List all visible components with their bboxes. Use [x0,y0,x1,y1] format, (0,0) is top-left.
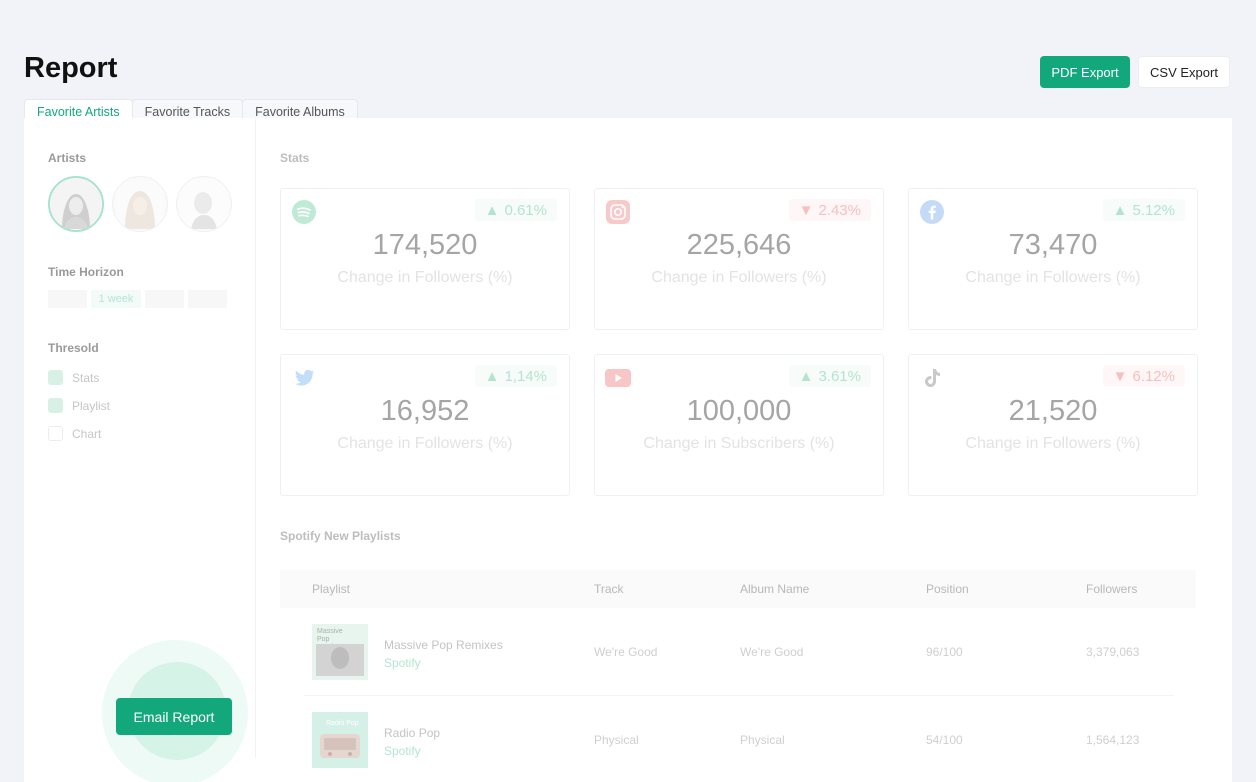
change-value: 2.43% [818,201,861,219]
change-value: 3.61% [818,367,861,385]
stat-caption: Change in Followers (%) [651,269,827,286]
stat-card-tiktok: ▼ 6.12% 21,520 Change in Followers (%) [908,354,1198,496]
stat-value: 21,520 [1008,395,1098,427]
artist-avatar-3[interactable] [176,176,232,232]
stat-caption: Change in Followers (%) [965,269,1141,286]
time-horizon-option[interactable] [145,290,184,308]
time-horizon-label: Time Horizon [48,265,124,279]
threshold-label: Thresold [48,341,99,355]
arrow-up-icon: ▲ [1112,201,1128,219]
stat-value: 100,000 [686,395,792,427]
checkbox[interactable] [48,398,63,413]
radio-cover-art-icon [320,734,360,758]
artists-label: Artists [48,151,87,165]
stat-caption: Change in Followers (%) [337,435,513,452]
report-panel: Artists Time Horizon 1 week Thresold Sta… [24,118,1232,782]
spotify-icon [291,199,317,225]
artist-portrait-icon [115,179,165,229]
time-horizon-option[interactable] [188,290,227,308]
twitter-icon [291,365,317,391]
position-cell: 96/100 [926,645,963,659]
stat-value: 225,646 [686,229,792,261]
stat-caption: Change in Subscribers (%) [643,435,835,452]
page-title: Report [24,52,118,84]
change-value: 0.61% [504,201,547,219]
time-horizon-option[interactable] [48,290,87,308]
checkbox-label: Playlist [72,398,111,413]
artist-portrait-icon [51,179,101,229]
album-cell: Physical [740,733,785,747]
arrow-up-icon: ▲ [484,367,500,385]
instagram-icon [605,199,631,225]
playlists-section-label: Spotify New Playlists [280,529,401,543]
pdf-export-button[interactable]: PDF Export [1040,56,1130,88]
column-header-playlist[interactable]: Playlist [312,570,350,608]
change-value: 1,14% [504,367,547,385]
track-cell: Physical [594,733,639,747]
playlist-name[interactable]: Radio Pop [384,726,440,740]
stat-value: 73,470 [1008,229,1098,261]
followers-cell: 3,379,063 [1086,645,1140,659]
change-badge: ▲ 5.12% [1102,199,1185,221]
followers-cell: 1,564,123 [1086,733,1140,747]
artist-portrait-icon [179,179,229,229]
column-header-album[interactable]: Album Name [740,570,809,608]
stat-card-instagram: ▼ 2.43% 225,646 Change in Followers (%) [594,188,884,330]
change-badge: ▲ 0.61% [474,199,557,221]
playlist-table-header: Playlist Track Album Name Position Follo… [280,570,1196,608]
checkbox[interactable] [48,426,63,441]
change-badge: ▲ 1,14% [474,365,557,387]
change-badge: ▼ 2.43% [788,199,871,221]
stat-caption: Change in Followers (%) [965,435,1141,452]
album-cell: We're Good [740,645,804,659]
stat-caption: Change in Followers (%) [337,269,513,286]
playlist-cover: Massive Pop Remixes [312,624,368,680]
csv-export-button[interactable]: CSV Export [1138,56,1230,88]
time-horizon-option-1-week[interactable]: 1 week [91,290,141,308]
arrow-down-icon: ▼ [798,201,814,219]
arrow-up-icon: ▲ [798,367,814,385]
position-cell: 54/100 [926,733,963,747]
threshold-check-playlist[interactable]: Playlist [48,398,110,413]
time-horizon-selector: 1 week [48,290,227,308]
table-row[interactable]: Massive Pop Remixes Massive Pop Remixes … [304,608,1174,696]
change-badge: ▼ 6.12% [1102,365,1185,387]
checkbox-label: Chart [72,426,102,441]
stat-card-youtube: ▲ 3.61% 100,000 Change in Subscribers (%) [594,354,884,496]
playlist-cover: Radio Pop [312,712,368,768]
email-report-button[interactable]: Email Report [116,698,232,735]
track-cell: We're Good [594,645,658,659]
arrow-up-icon: ▲ [484,201,500,219]
playlist-cover-art-icon [316,644,364,676]
arrow-down-icon: ▼ [1112,367,1128,385]
artist-avatar-1[interactable] [48,176,104,232]
stat-value: 16,952 [380,395,470,427]
column-header-position[interactable]: Position [926,570,969,608]
table-row[interactable]: Radio Pop Radio Pop Spotify Physical Phy… [304,696,1174,782]
threshold-check-stats[interactable]: Stats [48,370,99,385]
tiktok-icon [919,365,945,391]
playlist-name[interactable]: Massive Pop Remixes [384,638,503,652]
column-header-track[interactable]: Track [594,570,624,608]
column-header-followers[interactable]: Followers [1086,570,1137,608]
change-badge: ▲ 3.61% [788,365,871,387]
stat-card-twitter: ▲ 1,14% 16,952 Change in Followers (%) [280,354,570,496]
facebook-icon [919,199,945,225]
change-value: 6.12% [1132,367,1175,385]
youtube-icon [605,365,631,391]
filters-sidebar: Artists Time Horizon 1 week Thresold Sta… [24,118,256,782]
stats-section-label: Stats [280,151,310,165]
artist-avatar-2[interactable] [112,176,168,232]
stat-value: 174,520 [372,229,478,261]
playlist-source: Spotify [384,744,421,758]
threshold-check-chart[interactable]: Chart [48,426,101,441]
change-value: 5.12% [1132,201,1175,219]
checkbox[interactable] [48,370,63,385]
playlist-source: Spotify [384,656,421,670]
stat-card-spotify: ▲ 0.61% 174,520 Change in Followers (%) [280,188,570,330]
checkbox-label: Stats [72,370,100,385]
stat-card-facebook: ▲ 5.12% 73,470 Change in Followers (%) [908,188,1198,330]
